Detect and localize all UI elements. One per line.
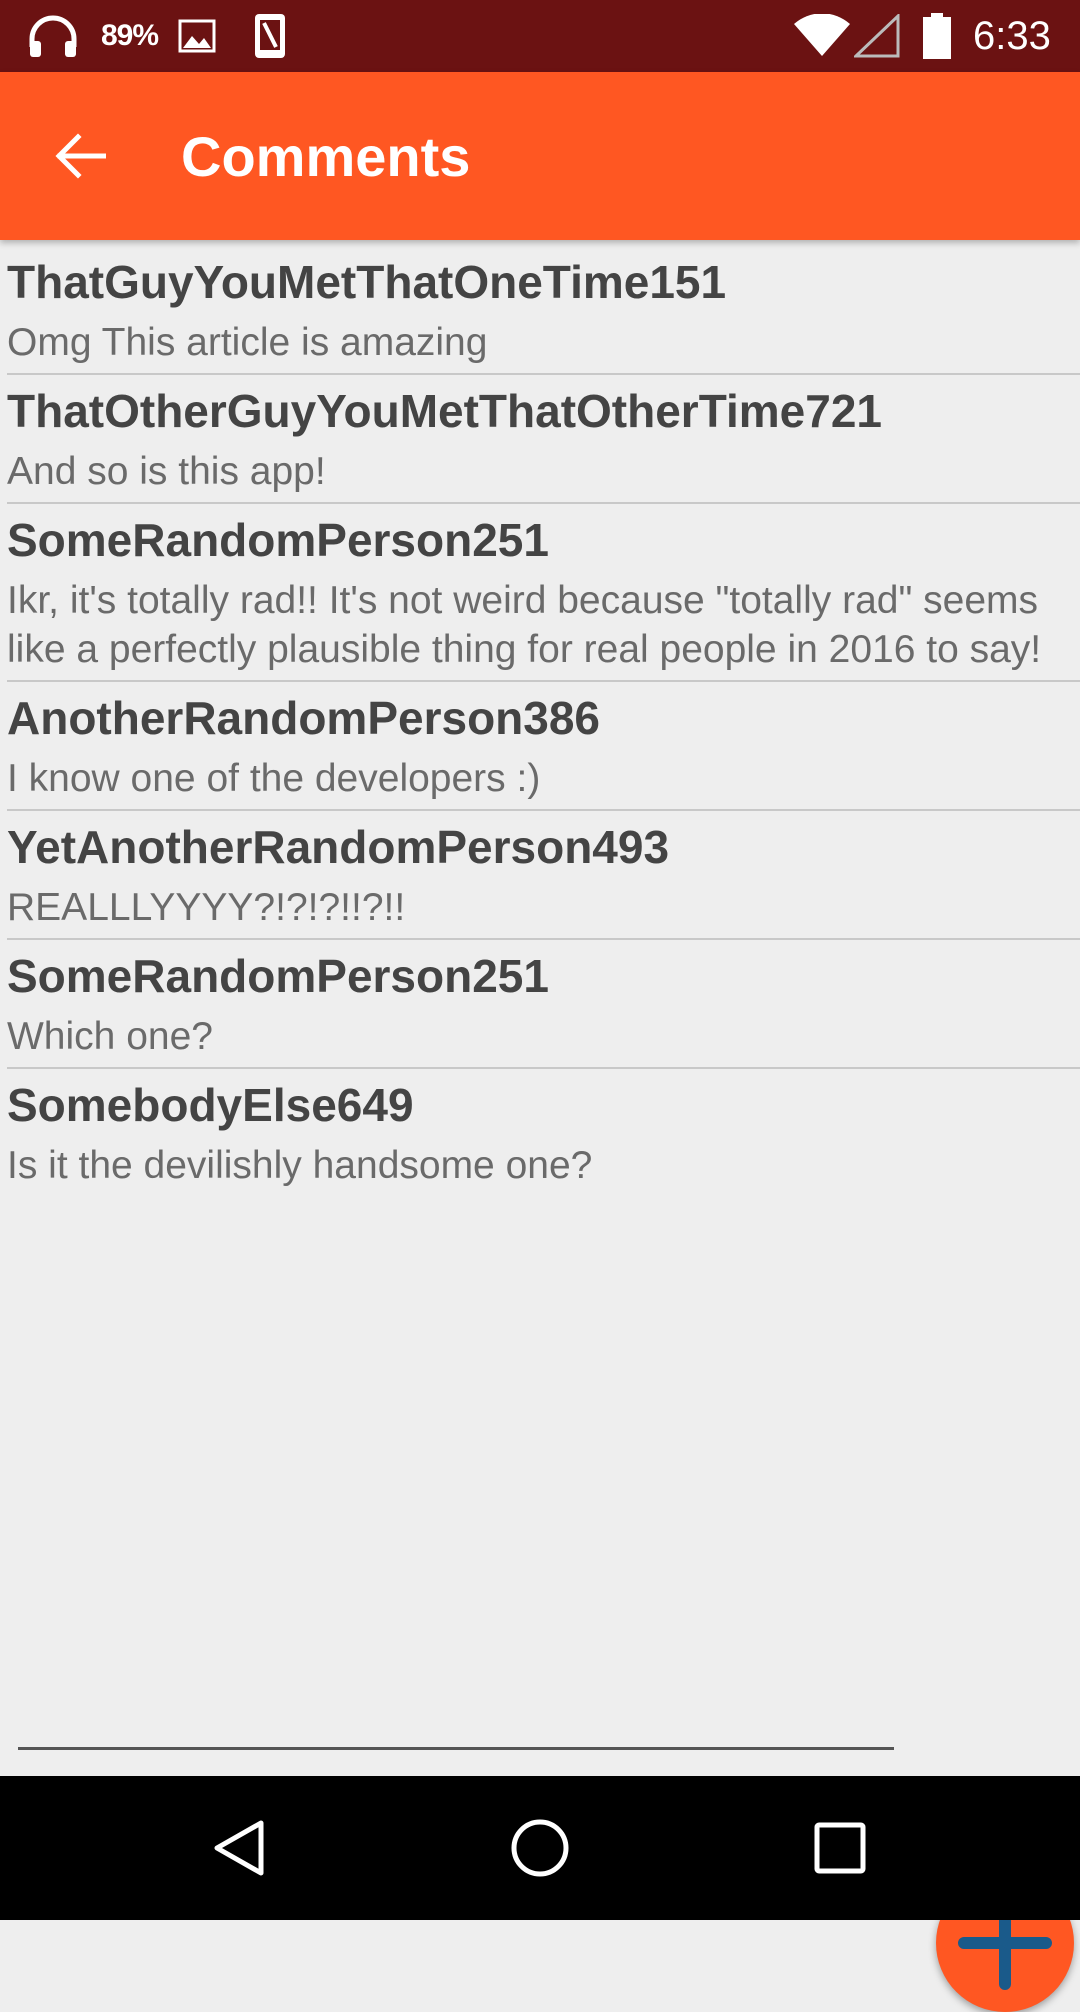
comment-list[interactable]: ThatGuyYouMetThatOneTime151 Omg This art… bbox=[7, 246, 1080, 1196]
status-bar: 89% 6:33 bbox=[0, 0, 1080, 72]
comment-item: SomeRandomPerson251 Which one? bbox=[7, 940, 1080, 1069]
comment-author: SomeRandomPerson251 bbox=[7, 950, 549, 1002]
comment-text: Omg This article is amazing bbox=[7, 321, 488, 364]
comments-screen: ThatGuyYouMetThatOneTime151 Omg This art… bbox=[0, 240, 1080, 2012]
comment-text: I know one of the developers :) bbox=[7, 757, 541, 800]
arrow-back-icon bbox=[55, 133, 106, 179]
signal-icon bbox=[854, 0, 900, 72]
comment-item: ThatOtherGuyYouMetThatOtherTime721 And s… bbox=[7, 375, 1080, 504]
battery-percent-text: 89% bbox=[101, 19, 159, 52]
comment-item: YetAnotherRandomPerson493 REALLLYYYY?!?!… bbox=[7, 811, 1080, 940]
clock-time: 6:33 bbox=[973, 13, 1051, 58]
comment-text: Which one? bbox=[7, 1015, 213, 1058]
page-title: Comments bbox=[181, 124, 471, 188]
nav-recents-button[interactable] bbox=[790, 1798, 890, 1898]
nav-back-button[interactable] bbox=[190, 1798, 290, 1898]
comment-item: ThatGuyYouMetThatOneTime151 Omg This art… bbox=[7, 246, 1080, 375]
image-icon bbox=[178, 0, 216, 72]
wifi-icon bbox=[792, 0, 852, 72]
nav-home-button[interactable] bbox=[490, 1798, 590, 1898]
home-circle-icon bbox=[511, 1819, 569, 1877]
comment-text: REALLLYYYY?!?!?!!?!! bbox=[7, 886, 406, 929]
comment-author: ThatOtherGuyYouMetThatOtherTime721 bbox=[7, 385, 882, 437]
app-bar: Comments bbox=[0, 72, 1080, 240]
comment-author: SomebodyElse649 bbox=[7, 1079, 414, 1131]
comment-author: YetAnotherRandomPerson493 bbox=[7, 821, 670, 873]
back-triangle-icon bbox=[214, 1820, 264, 1876]
comment-author: ThatGuyYouMetThatOneTime151 bbox=[7, 256, 727, 308]
comment-text: And so is this app! bbox=[7, 450, 326, 493]
headphones-icon bbox=[26, 0, 80, 72]
comment-author: SomeRandomPerson251 bbox=[7, 514, 549, 566]
phone-icon bbox=[254, 0, 286, 72]
comment-item: SomeRandomPerson251 Ikr, it's totally ra… bbox=[7, 504, 1080, 682]
comment-text: Ikr, it's totally rad!! It's not weird b… bbox=[7, 579, 1042, 671]
battery-icon bbox=[922, 0, 952, 72]
comment-item: AnotherRandomPerson386 I know one of the… bbox=[7, 682, 1080, 811]
comment-input-field[interactable] bbox=[18, 1747, 894, 1750]
comment-author: AnotherRandomPerson386 bbox=[7, 692, 601, 744]
recents-square-icon bbox=[814, 1822, 866, 1874]
comment-text: Is it the devilishly handsome one? bbox=[7, 1144, 593, 1187]
system-nav-bar bbox=[0, 1776, 1080, 1920]
back-button[interactable] bbox=[40, 116, 120, 196]
comment-item: SomebodyElse649 Is it the devilishly han… bbox=[7, 1069, 1080, 1196]
